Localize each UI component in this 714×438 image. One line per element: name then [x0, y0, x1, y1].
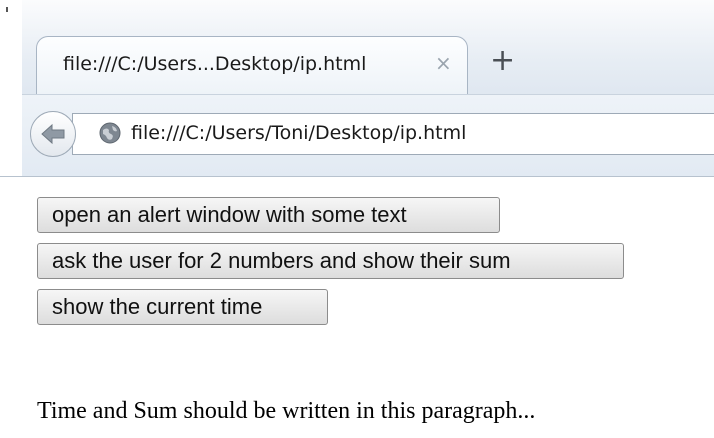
browser-window: file:///C:/Users...Desktop/ip.html × + f… [0, 0, 714, 438]
content-divider [0, 176, 714, 177]
window-edge [0, 0, 22, 176]
back-button[interactable] [30, 111, 76, 157]
url-text: file:///C:/Users/Toni/Desktop/ip.html [131, 122, 467, 144]
tab-close-icon[interactable]: × [435, 51, 452, 75]
window-corner-mark [6, 7, 8, 12]
time-button[interactable]: show the current time [37, 289, 328, 325]
sum-button[interactable]: ask the user for 2 numbers and show thei… [37, 243, 624, 279]
new-tab-button[interactable]: + [490, 46, 515, 76]
tab-title: file:///C:/Users...Desktop/ip.html [63, 53, 367, 75]
output-paragraph: Time and Sum should be written in this p… [37, 398, 536, 424]
globe-icon [99, 122, 121, 144]
back-arrow-icon [41, 123, 65, 145]
alert-button[interactable]: open an alert window with some text [37, 197, 500, 233]
browser-tab[interactable]: file:///C:/Users...Desktop/ip.html × [36, 36, 468, 94]
address-bar[interactable]: file:///C:/Users/Toni/Desktop/ip.html [72, 113, 714, 155]
